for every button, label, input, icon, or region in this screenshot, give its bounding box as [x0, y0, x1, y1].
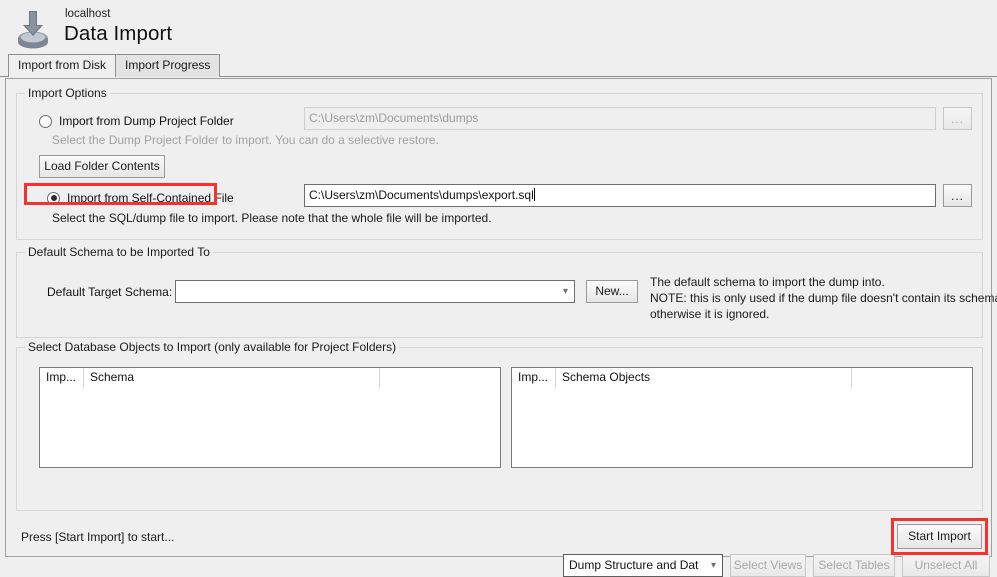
database-objects-group: Select Database Objects to Import (only … [16, 340, 990, 577]
main-panel: Import Options Import from Dump Project … [5, 78, 997, 577]
schema-list[interactable]: Imp... Schema [39, 367, 501, 468]
chevron-down-icon: ▾ [562, 286, 568, 297]
dump-folder-path-input[interactable]: C:\Users\zm\Documents\dumps [304, 107, 936, 130]
schema-objects-list[interactable]: Imp... Schema Objects [511, 367, 973, 468]
schema-list-header: Imp... Schema [40, 368, 500, 388]
default-schema-group: Default Schema to be Imported To Default… [16, 245, 997, 338]
default-schema-note-line-3: otherwise it is ignored. [650, 307, 770, 321]
default-schema-note-line-2: NOTE: this is only used if the dump file… [650, 291, 997, 305]
radio-self-contained-indicator[interactable] [47, 191, 60, 205]
host-label: localhost [65, 8, 111, 20]
tab-import-progress[interactable]: Import Progress [115, 54, 221, 77]
self-contained-file-path-value: C:\Users\zm\Documents\dumps\export.sql [309, 188, 534, 202]
schema-list-body[interactable] [40, 388, 500, 467]
radio-self-contained-label: Import from Self-Contained File [67, 191, 234, 205]
page-title: Data Import [64, 22, 173, 45]
self-contained-hint: Select the SQL/dump file to import. Plea… [52, 211, 492, 225]
dump-type-select[interactable]: Dump Structure and Dat ▾ [563, 554, 723, 577]
database-objects-group-title: Select Database Objects to Import (only … [25, 340, 400, 354]
schema-objects-col-spacer[interactable] [852, 368, 972, 388]
schema-objects-col-import[interactable]: Imp... [512, 368, 556, 388]
default-schema-note-line-1: The default schema to import the dump in… [650, 275, 885, 289]
tab-import-from-disk[interactable]: Import from Disk [8, 54, 117, 78]
browse-dump-folder-button[interactable]: ... [943, 107, 972, 130]
tab-strip: Import from Disk Import Progress [0, 54, 997, 78]
radio-dump-folder-label: Import from Dump Project Folder [59, 114, 234, 128]
schema-list-col-import[interactable]: Imp... [40, 368, 84, 388]
text-caret [533, 188, 535, 201]
schema-objects-list-header: Imp... Schema Objects [512, 368, 972, 388]
chevron-down-icon: ▾ [710, 560, 716, 571]
start-import-button[interactable]: Start Import [897, 524, 982, 549]
status-text: Press [Start Import] to start... [21, 530, 175, 544]
radio-dump-folder-indicator[interactable] [39, 114, 52, 128]
radio-import-from-self-contained-file[interactable]: Import from Self-Contained File [47, 189, 234, 207]
default-target-schema-label: Default Target Schema: [47, 285, 173, 299]
header-text: localhost Data Import [64, 7, 172, 48]
new-schema-button[interactable]: New... [586, 280, 638, 303]
schema-objects-col-name[interactable]: Schema Objects [556, 368, 852, 388]
unselect-all-button[interactable]: Unselect All [902, 554, 990, 577]
schema-list-col-schema[interactable]: Schema [84, 368, 380, 388]
schema-objects-list-body[interactable] [512, 388, 972, 467]
browse-self-contained-file-button[interactable]: ... [943, 184, 972, 207]
load-folder-contents-button[interactable]: Load Folder Contents [39, 155, 165, 178]
self-contained-file-path-input[interactable]: C:\Users\zm\Documents\dumps\export.sql [304, 184, 936, 207]
import-options-group: Import Options Import from Dump Project … [16, 86, 983, 240]
select-tables-button[interactable]: Select Tables [813, 554, 895, 577]
schema-list-col-spacer[interactable] [380, 368, 500, 388]
default-schema-group-title: Default Schema to be Imported To [25, 245, 213, 259]
dump-folder-hint: Select the Dump Project Folder to import… [52, 133, 439, 147]
dump-type-value: Dump Structure and Dat [569, 558, 699, 572]
page-header: localhost Data Import [0, 0, 997, 55]
data-import-icon [10, 5, 56, 51]
select-views-button[interactable]: Select Views [730, 554, 806, 577]
import-options-group-title: Import Options [25, 86, 110, 100]
default-target-schema-select[interactable]: ▾ [175, 280, 575, 303]
radio-import-from-dump-project-folder[interactable]: Import from Dump Project Folder [39, 112, 234, 130]
